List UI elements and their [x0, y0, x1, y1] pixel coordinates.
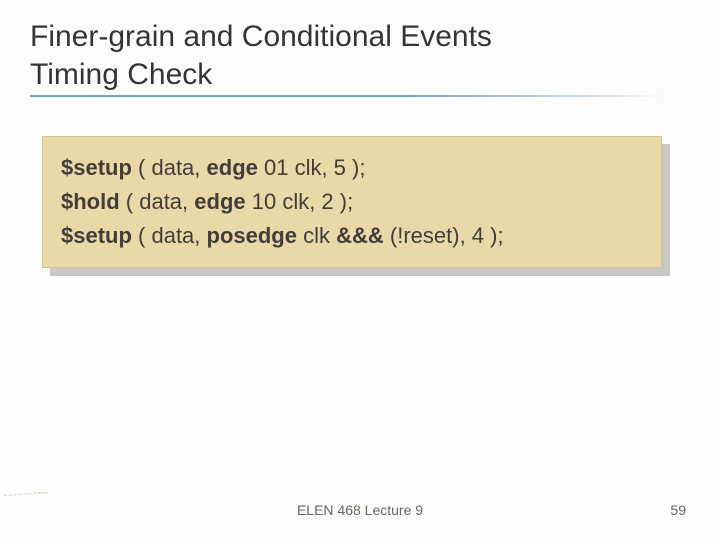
keyword-setup: $setup	[61, 155, 132, 180]
code-text: 10 clk, 2 );	[246, 189, 354, 214]
page-number: 59	[670, 502, 686, 518]
code-text: ( data,	[132, 155, 207, 180]
keyword-setup: $setup	[61, 223, 132, 248]
footer-text: ELEN 468 Lecture 9	[0, 502, 720, 518]
code-text: ( data,	[120, 189, 195, 214]
keyword-hold: $hold	[61, 189, 120, 214]
title-line-2: Timing Check	[30, 58, 212, 91]
operator-and: &&&	[336, 223, 384, 248]
code-text: (!reset), 4 );	[384, 223, 504, 248]
title-underline	[30, 95, 670, 97]
keyword-edge: edge	[194, 189, 245, 214]
slide-title: Finer-grain and Conditional Events Timin…	[30, 18, 690, 93]
slide: Finer-grain and Conditional Events Timin…	[0, 0, 720, 540]
corner-decoration	[4, 492, 48, 536]
code-block: $setup ( data, edge 01 clk, 5 ); $hold (…	[42, 136, 662, 268]
code-line-3: $setup ( data, posedge clk &&& (!reset),…	[61, 219, 643, 253]
code-text: 01 clk, 5 );	[258, 155, 366, 180]
keyword-edge: edge	[207, 155, 258, 180]
code-block-body: $setup ( data, edge 01 clk, 5 ); $hold (…	[42, 136, 662, 268]
keyword-posedge: posedge	[207, 223, 297, 248]
code-text: clk	[297, 223, 336, 248]
code-line-1: $setup ( data, edge 01 clk, 5 );	[61, 151, 643, 185]
title-line-1: Finer-grain and Conditional Events	[30, 20, 492, 53]
code-text: ( data,	[132, 223, 207, 248]
code-line-2: $hold ( data, edge 10 clk, 2 );	[61, 185, 643, 219]
